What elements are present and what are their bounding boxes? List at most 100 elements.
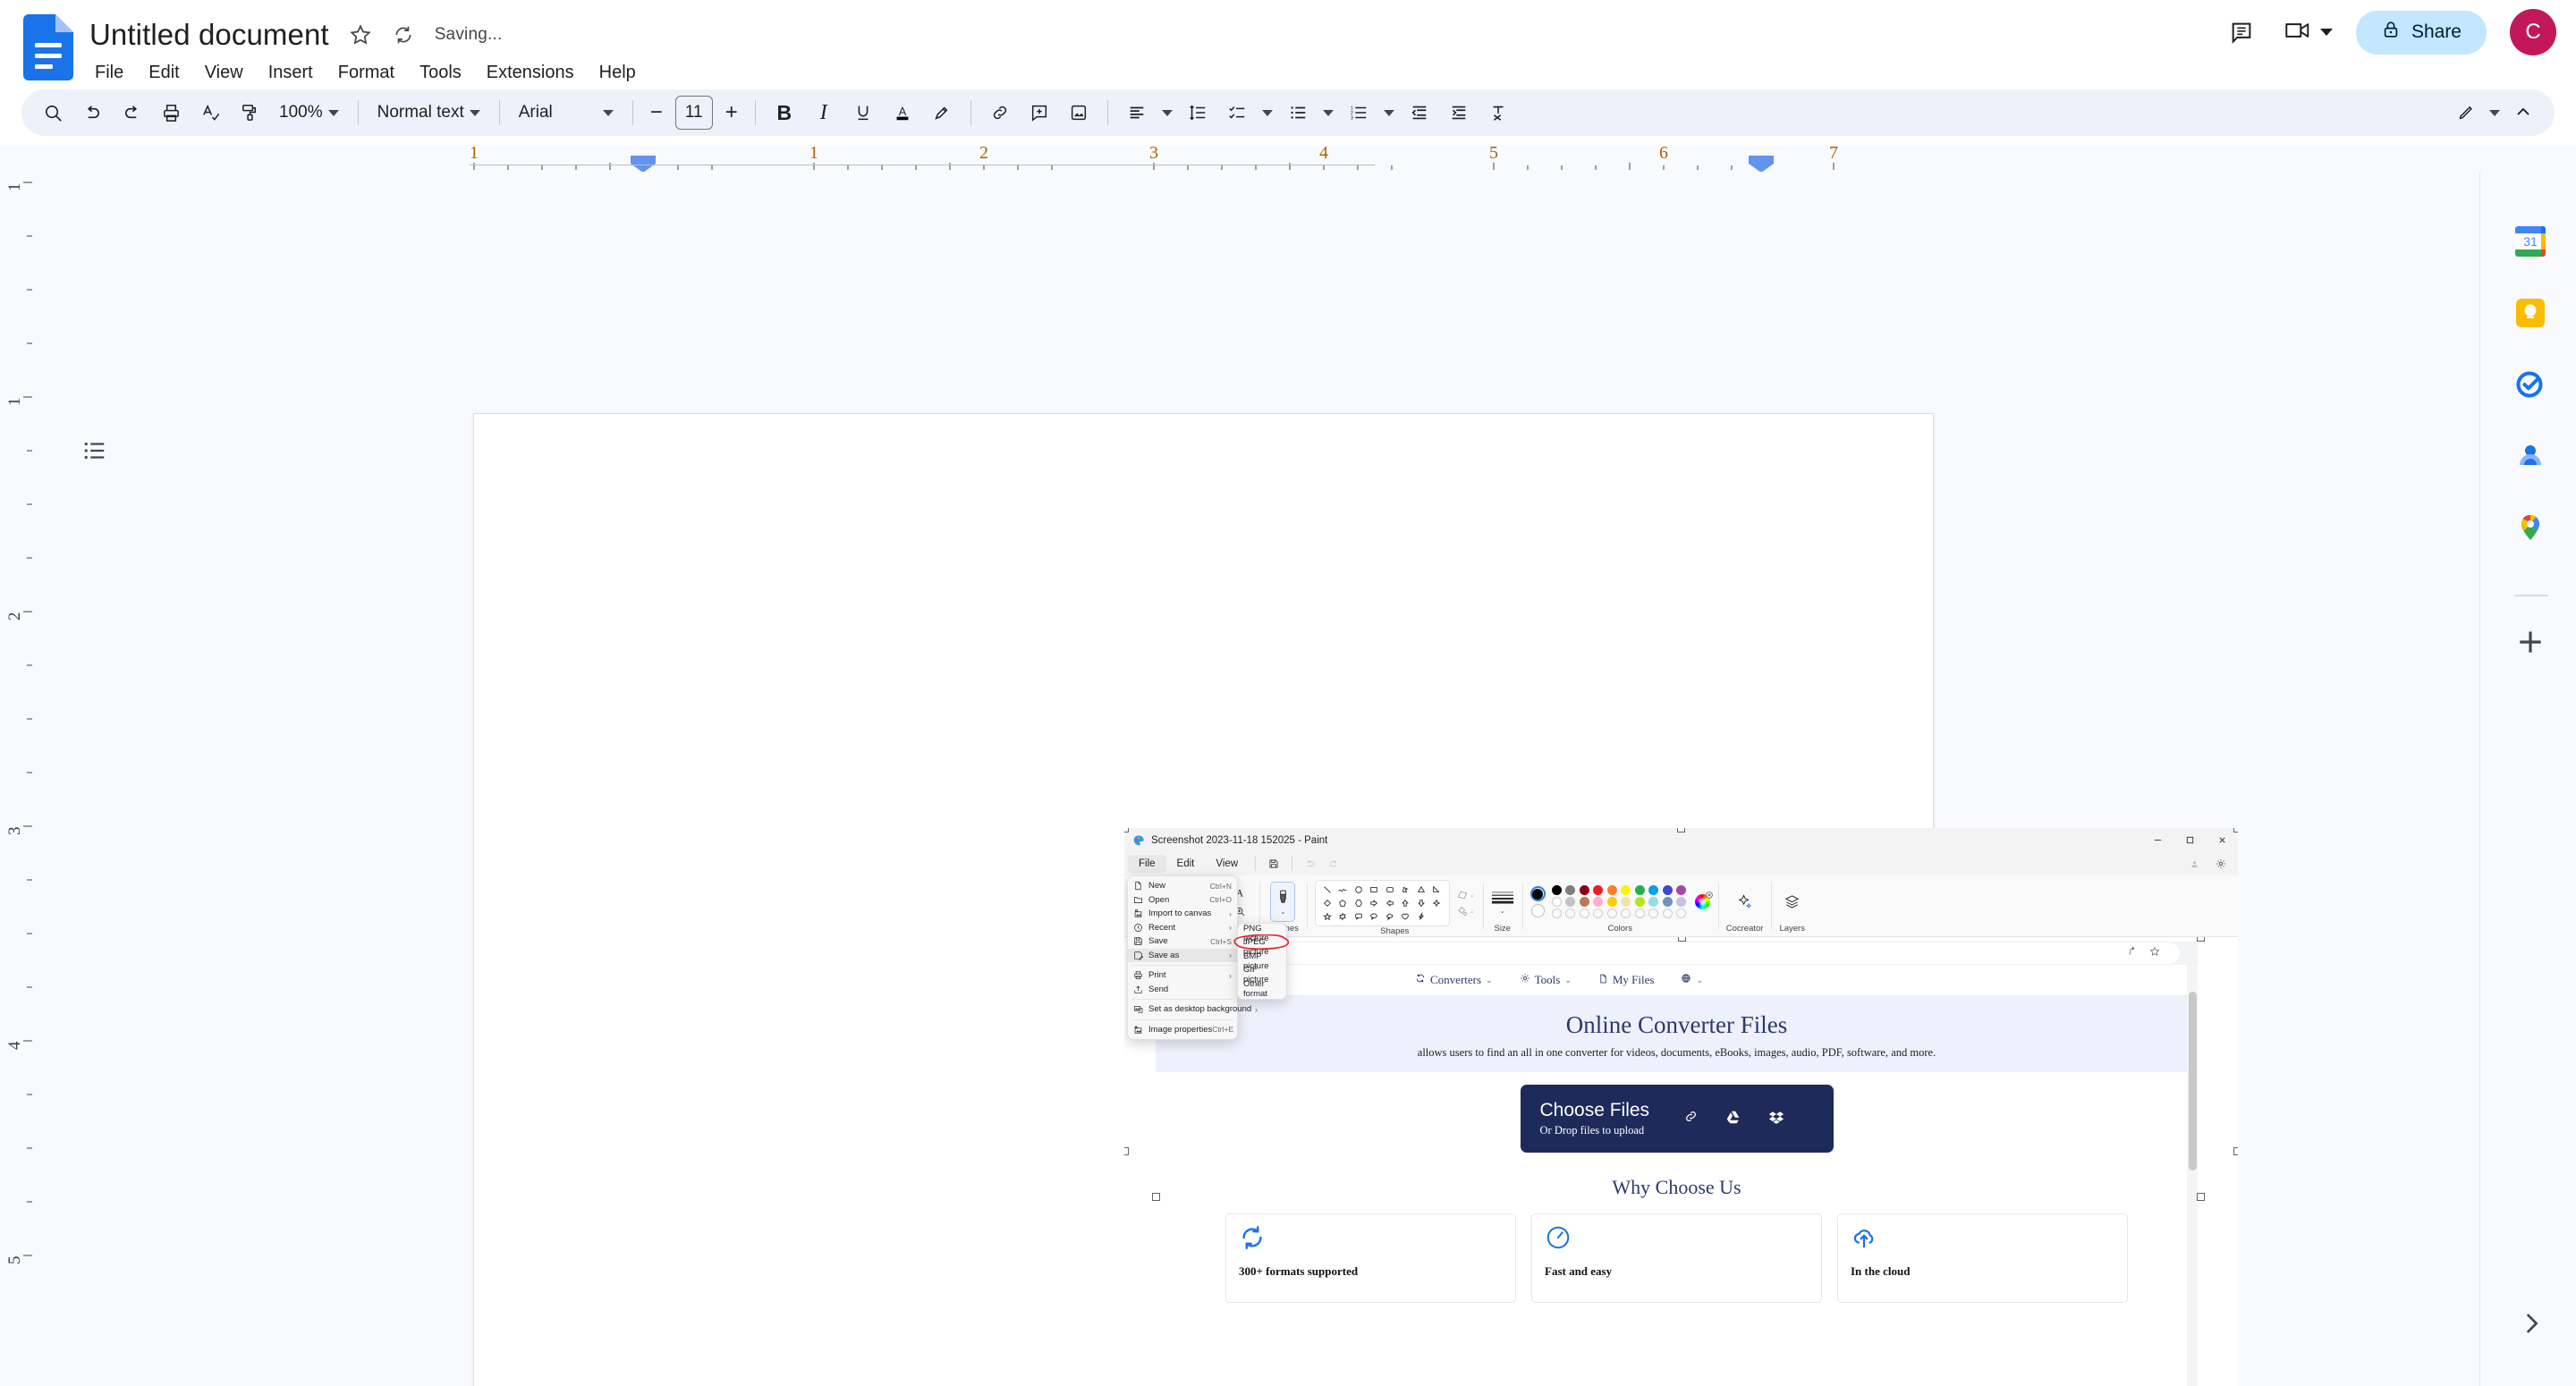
swatch-red[interactable] xyxy=(1593,885,1604,895)
editing-mode-chevron-down-icon[interactable] xyxy=(2485,94,2504,131)
shape-rounded-rectangle-icon[interactable] xyxy=(1383,883,1397,896)
color-2-swatch[interactable] xyxy=(1530,904,1545,917)
feature-card[interactable]: 300+ formats supported xyxy=(1225,1213,1516,1303)
shape-up-arrow-icon[interactable] xyxy=(1398,897,1412,909)
underline-button[interactable] xyxy=(844,94,882,131)
custom-swatch-1[interactable] xyxy=(1551,909,1562,918)
custom-swatch-8[interactable] xyxy=(1648,909,1659,918)
menu-insert[interactable]: Insert xyxy=(256,59,326,87)
numbered-list-chevron-down-icon[interactable] xyxy=(1379,94,1399,131)
image-handle-middle-right[interactable] xyxy=(2233,1147,2238,1155)
menu-item-save-as[interactable]: Save as › xyxy=(1128,948,1237,962)
shape-down-arrow-icon[interactable] xyxy=(1414,897,1428,909)
nav-language[interactable]: ⌄ xyxy=(1681,973,1703,987)
account-icon[interactable] xyxy=(2182,855,2206,873)
shape-oval-icon[interactable] xyxy=(1352,883,1366,896)
swatch-yellow[interactable] xyxy=(1621,885,1631,895)
menu-item-image-properties[interactable]: Image properties Ctrl+E xyxy=(1128,1023,1237,1037)
size-preview-icon[interactable] xyxy=(1491,890,1514,905)
gear-icon[interactable] xyxy=(2209,855,2233,873)
image-handle-top-center[interactable] xyxy=(1677,828,1685,832)
italic-button[interactable]: I xyxy=(805,94,843,131)
swatch-brown[interactable] xyxy=(1579,897,1589,907)
shape-triangle-icon[interactable] xyxy=(1414,883,1428,896)
redo-icon[interactable] xyxy=(1322,855,1345,873)
bold-button[interactable]: B xyxy=(766,94,803,131)
link-icon[interactable] xyxy=(1683,1109,1699,1128)
bookmark-star-icon[interactable] xyxy=(2149,945,2160,961)
nav-converters[interactable]: Converters ⌄ xyxy=(1415,973,1493,987)
decrease-indent-button[interactable] xyxy=(1401,94,1438,131)
shape-lightning-icon[interactable] xyxy=(1414,910,1428,923)
menu-item-send[interactable]: Send xyxy=(1128,983,1237,997)
feature-card[interactable]: Fast and easy xyxy=(1531,1213,1822,1303)
swatch-lime[interactable] xyxy=(1634,897,1645,907)
shape-line-icon[interactable] xyxy=(1320,883,1335,896)
menu-edit[interactable]: Edit xyxy=(136,59,191,87)
swatch-purple[interactable] xyxy=(1676,885,1687,895)
dropbox-icon[interactable] xyxy=(1768,1109,1784,1129)
comment-history-icon[interactable] xyxy=(2222,13,2261,52)
insert-link-icon[interactable] xyxy=(981,94,1019,131)
zoom-selector[interactable]: 100% xyxy=(270,94,348,131)
custom-swatch-3[interactable] xyxy=(1579,909,1589,918)
brush-icon[interactable]: ⌄ xyxy=(1270,882,1296,922)
menu-item-save[interactable]: Save Ctrl+S xyxy=(1128,934,1237,949)
cocreator-sparkle-icon[interactable] xyxy=(1733,890,1758,915)
document-page[interactable]: Screenshot 2023-11-18 152025 - Paint Fil… xyxy=(473,413,2238,1386)
layers-icon[interactable] xyxy=(1780,890,1805,915)
swatch-light-yellow[interactable] xyxy=(1621,897,1631,907)
canvas-handle-middle-right[interactable] xyxy=(2197,1193,2205,1201)
menu-file[interactable]: File xyxy=(82,59,136,87)
swatch-gold[interactable] xyxy=(1606,897,1617,907)
swatch-blue[interactable] xyxy=(1648,885,1659,895)
size-chevron-down-icon[interactable]: ⌄ xyxy=(1500,908,1505,915)
custom-swatch-2[interactable] xyxy=(1565,909,1576,918)
swatch-green[interactable] xyxy=(1634,885,1645,895)
swatch-dark-red[interactable] xyxy=(1579,885,1589,895)
feature-card[interactable]: In the cloud xyxy=(1837,1213,2128,1303)
undo-icon[interactable] xyxy=(73,94,111,131)
font-family-selector[interactable]: Arial xyxy=(510,94,623,131)
paint-menu-file[interactable]: File xyxy=(1128,855,1166,873)
add-comment-icon[interactable] xyxy=(1021,94,1058,131)
google-calendar-icon[interactable]: 31 xyxy=(2511,222,2550,261)
image-handle-top-left[interactable] xyxy=(1124,828,1129,832)
spellcheck-icon[interactable] xyxy=(191,94,229,131)
menu-item-import-to-canvas[interactable]: Import to canvas › xyxy=(1128,907,1237,921)
bulleted-list-chevron-down-icon[interactable] xyxy=(1318,94,1338,131)
move-to-folder-icon[interactable] xyxy=(392,23,415,46)
show-document-outline-button[interactable] xyxy=(70,427,118,475)
color-1-swatch[interactable] xyxy=(1530,886,1546,901)
menu-tools[interactable]: Tools xyxy=(407,59,474,87)
add-ons-plus-icon[interactable] xyxy=(2512,624,2548,660)
google-keep-icon[interactable] xyxy=(2511,293,2550,333)
swatch-grey[interactable] xyxy=(1565,885,1576,895)
paint-menu-edit[interactable]: Edit xyxy=(1166,855,1206,873)
undo-icon[interactable] xyxy=(1299,855,1322,873)
increase-font-size-button[interactable]: + xyxy=(718,96,745,130)
save-disk-icon[interactable] xyxy=(1262,855,1285,873)
custom-swatch-5[interactable] xyxy=(1606,909,1617,918)
print-icon[interactable] xyxy=(152,94,190,131)
shape-right-triangle-icon[interactable] xyxy=(1429,883,1444,896)
swatch-light-grey[interactable] xyxy=(1565,897,1576,907)
share-page-icon[interactable] xyxy=(2128,945,2139,961)
swatch-white[interactable] xyxy=(1551,897,1562,907)
swatch-indigo[interactable] xyxy=(1662,885,1673,895)
shape-polygon-icon[interactable] xyxy=(1398,883,1412,896)
paint-canvas[interactable]: Converters ⌄ Tools ⌄ My Files ⌄ Online C… xyxy=(1124,937,2238,1386)
shape-pentagon-icon[interactable] xyxy=(1335,897,1350,909)
share-button[interactable]: Share xyxy=(2355,10,2487,55)
expand-panel-icon[interactable] xyxy=(2516,1308,2546,1339)
swatch-orange[interactable] xyxy=(1606,885,1617,895)
shape-five-point-star-icon[interactable] xyxy=(1320,910,1335,923)
shape-right-arrow-icon[interactable] xyxy=(1367,897,1381,909)
image-handle-top-right[interactable] xyxy=(2233,828,2238,832)
editing-mode-pen-icon[interactable] xyxy=(2447,94,2485,131)
text-color-button[interactable]: A xyxy=(884,94,921,131)
redo-icon[interactable] xyxy=(113,94,150,131)
horizontal-ruler[interactable]: 1 1 2 3 4 5 6 7 xyxy=(0,145,2576,172)
custom-swatch-4[interactable] xyxy=(1593,909,1604,918)
decrease-font-size-button[interactable]: − xyxy=(643,96,670,130)
